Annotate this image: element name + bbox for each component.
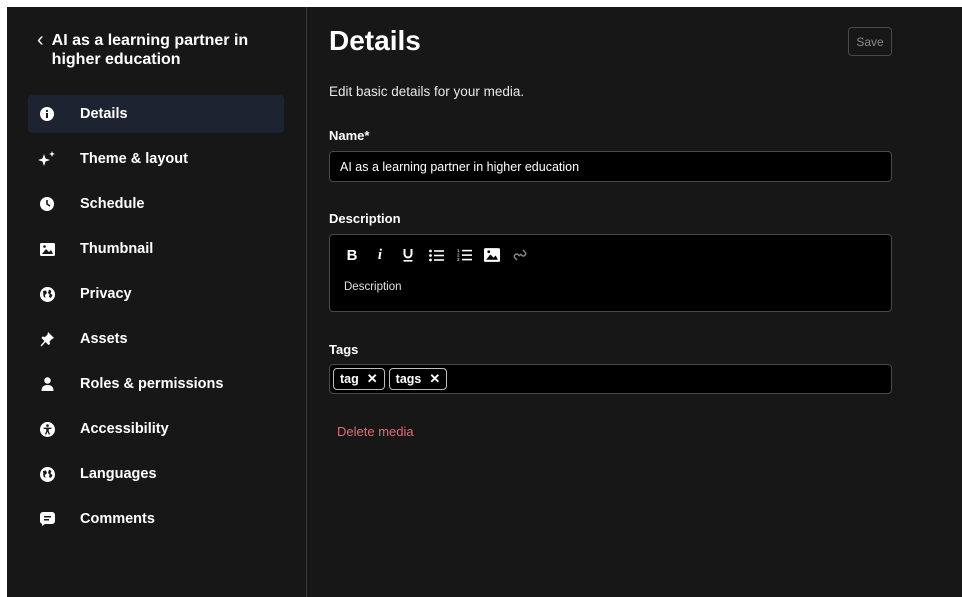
sidebar-item-label: Privacy <box>80 286 132 302</box>
description-label: Description <box>329 211 401 226</box>
sidebar-item-details[interactable]: Details <box>28 95 284 133</box>
close-icon[interactable]: ✕ <box>367 371 378 387</box>
svg-text:3: 3 <box>457 257 460 262</box>
details-panel: Details Save Edit basic details for your… <box>307 7 962 597</box>
sidebar-item-privacy[interactable]: Privacy <box>28 275 284 313</box>
name-label: Name* <box>329 128 370 143</box>
comment-icon <box>38 510 56 528</box>
bold-icon[interactable]: B <box>344 247 360 264</box>
clock-icon <box>38 195 56 213</box>
globe-icon <box>38 285 56 303</box>
underline-icon[interactable] <box>400 247 416 263</box>
app-window: ‹ AI as a learning partner in higher edu… <box>7 7 962 597</box>
rich-text-toolbar: B i 123 <box>344 247 528 264</box>
sidebar: ‹ AI as a learning partner in higher edu… <box>7 7 307 597</box>
delete-media-button[interactable]: Delete media <box>337 424 414 439</box>
sidebar-item-label: Roles & permissions <box>80 376 224 392</box>
tags-label: Tags <box>329 342 359 357</box>
save-button[interactable]: Save <box>848 27 892 56</box>
back-button[interactable]: ‹ AI as a learning partner in higher edu… <box>37 29 287 69</box>
sidebar-item-label: Theme & layout <box>80 151 188 167</box>
sparkle-icon <box>38 150 56 168</box>
sidebar-item-label: Details <box>80 106 128 122</box>
tags-input[interactable]: tag ✕ tags ✕ <box>329 364 892 394</box>
tag-chip: tags ✕ <box>388 368 448 390</box>
sidebar-item-schedule[interactable]: Schedule <box>28 185 284 223</box>
tag-chip-label: tags <box>395 372 422 386</box>
bullet-list-icon[interactable] <box>428 247 444 263</box>
sidebar-item-label: Comments <box>80 511 155 527</box>
sidebar-item-languages[interactable]: Languages <box>28 455 284 493</box>
sidebar-item-label: Thumbnail <box>80 241 154 257</box>
media-title: AI as a learning partner in higher educa… <box>51 32 249 68</box>
image-icon <box>38 240 56 258</box>
close-icon[interactable]: ✕ <box>429 371 440 387</box>
sidebar-item-label: Schedule <box>80 196 145 212</box>
sidebar-nav: Details Theme & layout Schedule Thumbnai… <box>28 95 284 545</box>
image-icon[interactable] <box>484 247 500 263</box>
description-placeholder: Description <box>344 281 402 293</box>
sidebar-item-comments[interactable]: Comments <box>28 500 284 538</box>
sidebar-item-roles-permissions[interactable]: Roles & permissions <box>28 365 284 403</box>
info-icon <box>38 105 56 123</box>
name-field-value: AI as a learning partner in higher educa… <box>340 159 580 174</box>
page-title: Details <box>329 25 421 56</box>
sidebar-item-accessibility[interactable]: Accessibility <box>28 410 284 448</box>
sidebar-item-label: Languages <box>80 466 157 482</box>
sidebar-item-label: Assets <box>80 331 128 347</box>
sidebar-item-assets[interactable]: Assets <box>28 320 284 358</box>
link-icon[interactable] <box>512 247 528 263</box>
name-field[interactable]: AI as a learning partner in higher educa… <box>329 151 892 182</box>
description-editor[interactable]: B i 123 Description <box>329 234 892 312</box>
sidebar-item-label: Accessibility <box>80 421 169 437</box>
page-subtitle: Edit basic details for your media. <box>329 84 525 99</box>
chevron-left-icon: ‹ <box>37 29 44 51</box>
italic-icon[interactable]: i <box>372 247 388 263</box>
pin-icon <box>38 330 56 348</box>
tag-chip: tag ✕ <box>333 368 385 390</box>
globe-icon <box>38 465 56 483</box>
tag-chip-label: tag <box>340 372 359 386</box>
person-icon <box>38 375 56 393</box>
numbered-list-icon[interactable]: 123 <box>456 247 472 263</box>
sidebar-item-thumbnail[interactable]: Thumbnail <box>28 230 284 268</box>
sidebar-item-theme-layout[interactable]: Theme & layout <box>28 140 284 178</box>
accessibility-icon <box>38 420 56 438</box>
